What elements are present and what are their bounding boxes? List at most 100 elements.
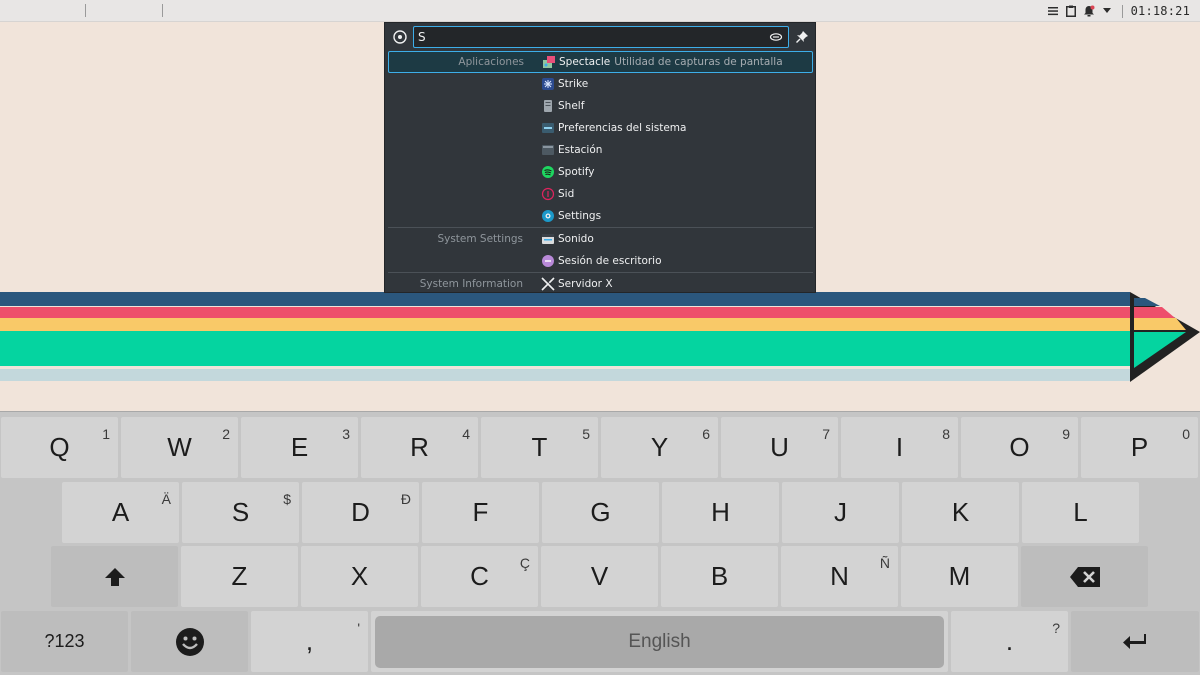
key-hint: ' <box>357 620 360 636</box>
key-hint: $ <box>283 491 291 507</box>
backspace-key[interactable] <box>1021 546 1148 607</box>
space-bar[interactable]: English <box>375 616 944 668</box>
result-category: System Information <box>419 278 523 290</box>
key-label: S <box>231 497 250 527</box>
system-settings-icon <box>541 121 555 135</box>
key-n[interactable]: NÑ <box>781 546 898 607</box>
result-category: System Settings <box>437 233 523 245</box>
key-hint: Ä <box>161 491 171 507</box>
key-hint: 8 <box>942 426 950 442</box>
key-hint: 9 <box>1062 426 1070 442</box>
result-item[interactable]: Sid <box>388 183 813 205</box>
emoji-icon <box>175 627 204 656</box>
pin-icon[interactable] <box>795 30 809 44</box>
key-hint: 0 <box>1182 426 1190 442</box>
comma-key[interactable]: , ' <box>251 611 368 672</box>
desktop-session-icon <box>541 254 555 268</box>
key-v[interactable]: V <box>541 546 658 607</box>
sound-icon <box>541 232 555 246</box>
key-y[interactable]: Y6 <box>601 417 718 478</box>
key-label: W <box>167 432 192 462</box>
key-hint: 2 <box>222 426 230 442</box>
key-r[interactable]: R4 <box>361 417 478 478</box>
period-key[interactable]: .? <box>951 611 1068 672</box>
digital-clock[interactable]: 01:18:21 <box>1123 4 1200 18</box>
key-c[interactable]: CÇ <box>421 546 538 607</box>
result-item[interactable]: Shelf <box>388 95 813 117</box>
key-q[interactable]: Q1 <box>1 417 118 478</box>
key-m[interactable]: M <box>901 546 1018 607</box>
key-o[interactable]: O9 <box>961 417 1078 478</box>
symbols-key[interactable]: ?123 <box>1 611 128 672</box>
sid-icon <box>541 187 555 201</box>
clipboard-icon[interactable] <box>1062 0 1080 22</box>
key-p[interactable]: P0 <box>1081 417 1198 478</box>
key-a[interactable]: AÄ <box>62 482 179 543</box>
clear-icon[interactable] <box>769 30 783 44</box>
search-query: S <box>418 30 426 44</box>
backspace-icon <box>1069 566 1100 587</box>
result-name: Estación <box>558 144 603 156</box>
shift-key[interactable] <box>51 546 178 607</box>
key-u[interactable]: U7 <box>721 417 838 478</box>
result-item[interactable]: Strike <box>388 73 813 95</box>
result-item[interactable]: Spotify <box>388 161 813 183</box>
key-j[interactable]: J <box>782 482 899 543</box>
key-hint: Ç <box>519 555 530 571</box>
key-label: English <box>628 631 691 652</box>
enter-icon <box>1123 633 1146 649</box>
krunner-window: S Aplicaciones Spectacle Utilidad de captu… <box>384 22 816 293</box>
result-item[interactable]: System Settings Sonido <box>388 228 813 250</box>
key-label: E <box>290 432 309 462</box>
result-item[interactable]: Sesión de escritorio <box>388 250 813 272</box>
system-tray: 01:18:21 <box>1044 0 1200 22</box>
key-x[interactable]: X <box>301 546 418 607</box>
key-label: D <box>351 497 370 527</box>
virtual-keyboard: Q 1 W 2 E 3 R 4 T 5 Y 6 U 7 I 8 O 9 P 0 A Ä S $ D Đ F G H J K L Z X C Ç V B N Ñ… <box>0 411 1200 675</box>
key-z[interactable]: Z <box>181 546 298 607</box>
key-w[interactable]: W2 <box>121 417 238 478</box>
result-item[interactable]: System Information Servidor X <box>388 273 813 295</box>
key-label: O <box>1009 432 1030 462</box>
key-e[interactable]: E3 <box>241 417 358 478</box>
key-label: T <box>531 432 548 462</box>
key-l[interactable]: L <box>1022 482 1139 543</box>
configure-icon[interactable] <box>392 29 408 45</box>
key-k[interactable]: K <box>902 482 1019 543</box>
key-label: K <box>951 497 970 527</box>
key-g[interactable]: G <box>542 482 659 543</box>
key-t[interactable]: T5 <box>481 417 598 478</box>
result-item[interactable]: Aplicaciones Spectacle Utilidad de captura… <box>388 51 813 73</box>
emoji-key[interactable] <box>131 611 248 672</box>
top-panel: 01:18:21 <box>0 0 1200 22</box>
results-list: Aplicaciones Spectacle Utilidad de captura… <box>388 51 813 295</box>
result-item[interactable]: Settings <box>388 205 813 227</box>
key-s[interactable]: S $ <box>182 482 299 543</box>
key-f[interactable]: F <box>422 482 539 543</box>
key-b[interactable]: B <box>661 546 778 607</box>
key-label: P <box>1130 432 1149 462</box>
result-item[interactable]: Estación <box>388 139 813 161</box>
key-label: N <box>830 561 849 591</box>
key-h[interactable]: H <box>662 482 779 543</box>
key-label: M <box>948 561 971 591</box>
result-subtext: Utilidad de capturas de pantalla <box>614 56 783 68</box>
search-input[interactable]: S <box>413 26 789 48</box>
menu-icon[interactable] <box>1044 0 1062 22</box>
x-server-icon <box>541 277 555 291</box>
key-hint: 7 <box>822 426 830 442</box>
notifications-icon[interactable] <box>1080 0 1098 22</box>
expand-icon[interactable] <box>1098 0 1116 22</box>
spectacle-icon <box>542 55 556 69</box>
key-hint: ? <box>1052 620 1060 636</box>
key-label: F <box>472 497 489 527</box>
key-label: Z <box>231 561 248 591</box>
shelf-icon <box>541 99 555 113</box>
settings-icon <box>541 209 555 223</box>
key-hint: 1 <box>102 426 110 442</box>
result-name: Servidor X <box>558 278 613 290</box>
result-item[interactable]: Preferencias del sistema <box>388 117 813 139</box>
enter-key[interactable] <box>1071 611 1199 672</box>
key-i[interactable]: I8 <box>841 417 958 478</box>
key-d[interactable]: DĐ <box>302 482 419 543</box>
